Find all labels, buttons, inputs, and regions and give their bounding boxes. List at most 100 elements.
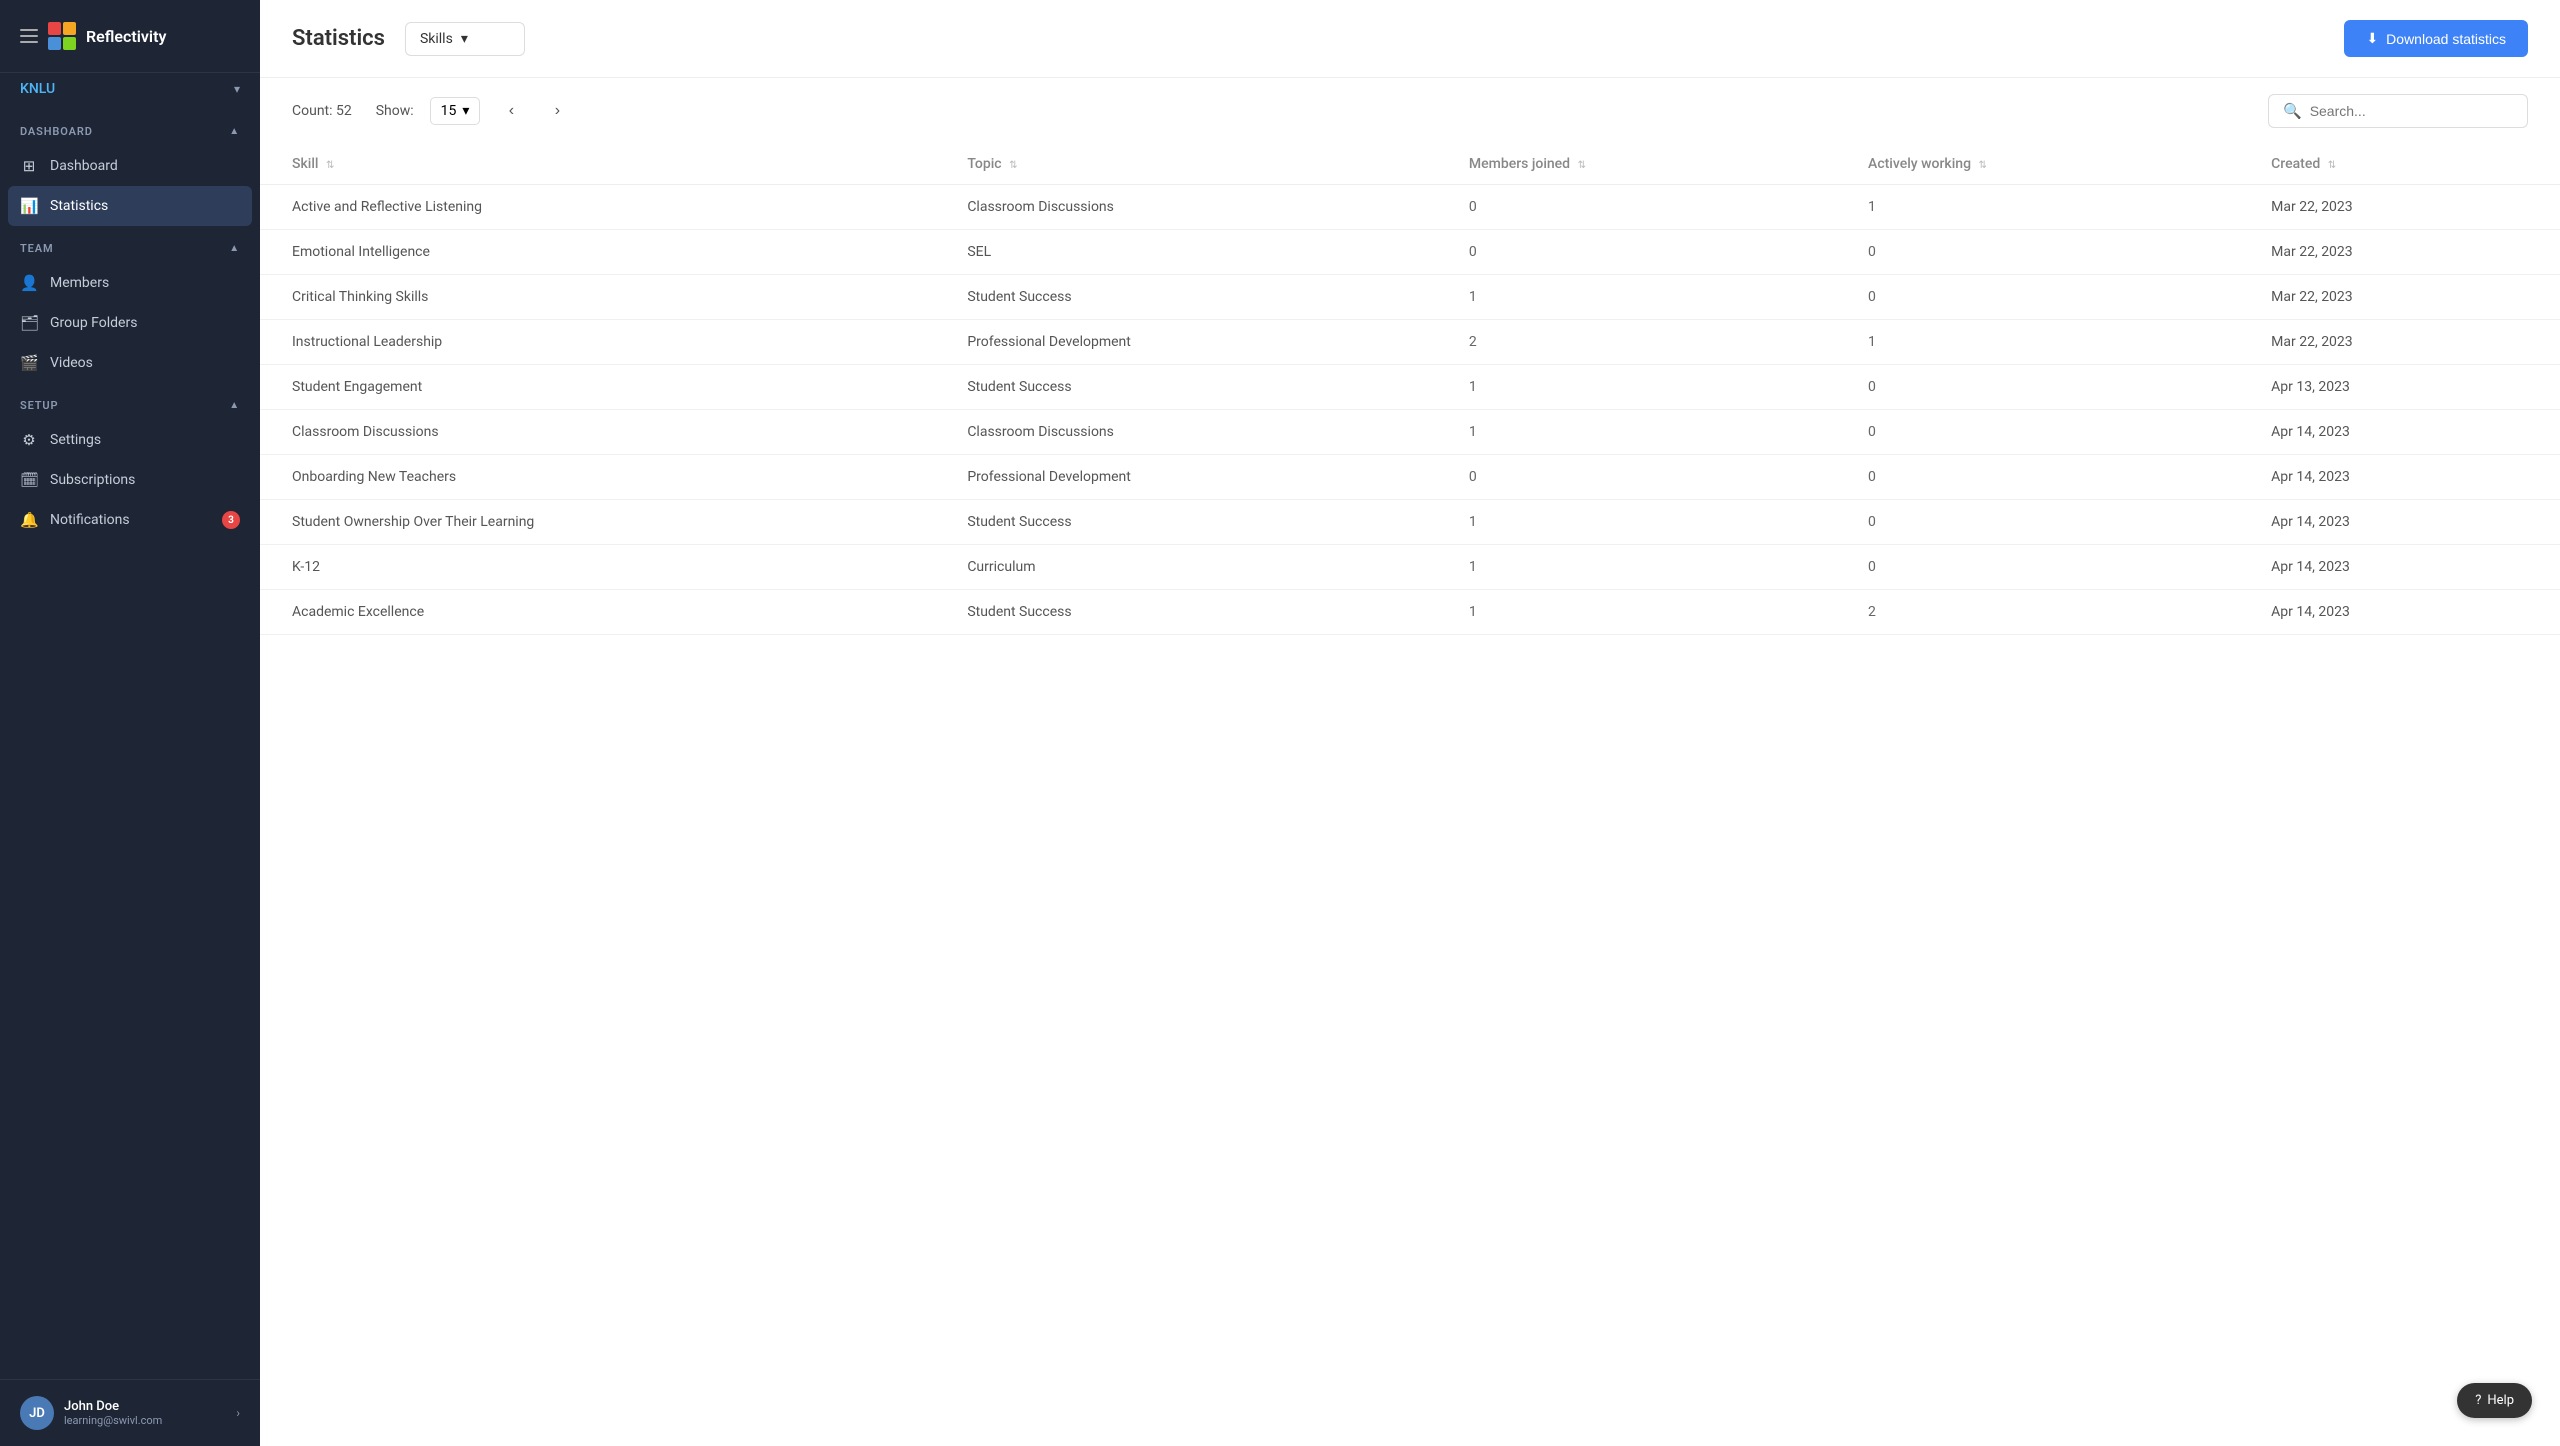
col-created[interactable]: Created ⇅ (2239, 144, 2560, 185)
org-selector[interactable]: KNLU ▾ (0, 73, 260, 109)
cell-actively-working: 0 (1836, 410, 2239, 455)
team-chevron-icon: ▲ (229, 243, 240, 254)
cell-created: Apr 14, 2023 (2239, 500, 2560, 545)
sidebar-item-subscriptions[interactable]: 🗓 Subscriptions (0, 460, 260, 500)
show-chevron-icon: ▾ (462, 103, 469, 119)
col-members-joined[interactable]: Members joined ⇅ (1437, 144, 1836, 185)
table-row[interactable]: Instructional Leadership Professional De… (260, 320, 2560, 365)
cell-actively-working: 0 (1836, 500, 2239, 545)
filter-dropdown[interactable]: Skills ▾ (405, 22, 525, 56)
sort-members-icon: ⇅ (1578, 160, 1586, 171)
table-row[interactable]: Active and Reflective Listening Classroo… (260, 185, 2560, 230)
cell-topic: Student Success (935, 275, 1437, 320)
sidebar-item-settings[interactable]: ⚙ Settings (0, 420, 260, 460)
cell-actively-working: 1 (1836, 320, 2239, 365)
cell-actively-working: 0 (1836, 545, 2239, 590)
table-row[interactable]: Onboarding New Teachers Professional Dev… (260, 455, 2560, 500)
cell-skill: Student Engagement (260, 365, 935, 410)
show-select[interactable]: 15 ▾ (430, 97, 481, 125)
cell-topic: Student Success (935, 365, 1437, 410)
cell-skill: Onboarding New Teachers (260, 455, 935, 500)
table-row[interactable]: Emotional Intelligence SEL 0 0 Mar 22, 2… (260, 230, 2560, 275)
cell-members-joined: 1 (1437, 545, 1836, 590)
help-button[interactable]: ? Help (2457, 1383, 2532, 1418)
sidebar-item-videos[interactable]: 🎬 Videos (0, 343, 260, 383)
org-chevron-icon: ▾ (234, 82, 240, 96)
settings-icon: ⚙ (20, 431, 38, 449)
chevron-up-icon: ▲ (229, 126, 240, 137)
cell-created: Mar 22, 2023 (2239, 185, 2560, 230)
cell-skill: Academic Excellence (260, 590, 935, 635)
cell-members-joined: 1 (1437, 410, 1836, 455)
cell-actively-working: 0 (1836, 230, 2239, 275)
cell-topic: Student Success (935, 590, 1437, 635)
col-topic[interactable]: Topic ⇅ (935, 144, 1437, 185)
cell-created: Mar 22, 2023 (2239, 275, 2560, 320)
sidebar-header: Reflectivity (0, 0, 260, 73)
cell-topic: Professional Development (935, 320, 1437, 365)
cell-created: Mar 22, 2023 (2239, 230, 2560, 275)
table-row[interactable]: Critical Thinking Skills Student Success… (260, 275, 2560, 320)
cell-actively-working: 2 (1836, 590, 2239, 635)
hamburger-icon[interactable] (20, 29, 38, 43)
sidebar-item-notifications[interactable]: 🔔 Notifications 3 (0, 500, 260, 540)
user-name: John Doe (64, 1399, 226, 1414)
table-row[interactable]: Academic Excellence Student Success 1 2 … (260, 590, 2560, 635)
setup-section-header[interactable]: SETUP ▲ (0, 383, 260, 420)
cell-members-joined: 0 (1437, 455, 1836, 500)
team-section-header[interactable]: TEAM ▲ (0, 226, 260, 263)
filter-value: Skills (420, 31, 453, 47)
user-profile[interactable]: JD John Doe learning@swivl.com › (0, 1379, 260, 1446)
table-row[interactable]: Classroom Discussions Classroom Discussi… (260, 410, 2560, 455)
statistics-icon: 📊 (20, 197, 38, 215)
cell-members-joined: 1 (1437, 590, 1836, 635)
dashboard-section: DASHBOARD ▲ ⊞ Dashboard 📊 Statistics (0, 109, 260, 226)
table-controls: Count: 52 Show: 15 ▾ ‹ › 🔍 (260, 78, 2560, 144)
notification-badge: 3 (222, 511, 240, 529)
search-box[interactable]: 🔍 (2268, 94, 2528, 128)
setup-section: SETUP ▲ ⚙ Settings 🗓 Subscriptions 🔔 Not… (0, 383, 260, 540)
count-label: Count: 52 (292, 103, 352, 119)
statistics-table: Skill ⇅ Topic ⇅ Members joined ⇅ Activel… (260, 144, 2560, 635)
table-row[interactable]: Student Ownership Over Their Learning St… (260, 500, 2560, 545)
dashboard-section-header[interactable]: DASHBOARD ▲ (0, 109, 260, 146)
col-skill[interactable]: Skill ⇅ (260, 144, 935, 185)
show-label: Show: (376, 103, 414, 119)
sidebar-item-members[interactable]: 👤 Members (0, 263, 260, 303)
user-email: learning@swivl.com (64, 1414, 226, 1427)
cell-members-joined: 0 (1437, 230, 1836, 275)
download-statistics-button[interactable]: ⬇ Download statistics (2344, 20, 2528, 57)
table-header: Skill ⇅ Topic ⇅ Members joined ⇅ Activel… (260, 144, 2560, 185)
user-info: John Doe learning@swivl.com (64, 1399, 226, 1427)
table-row[interactable]: K-12 Curriculum 1 0 Apr 14, 2023 (260, 545, 2560, 590)
notifications-icon: 🔔 (20, 511, 38, 529)
setup-chevron-icon: ▲ (229, 400, 240, 411)
cell-skill: Active and Reflective Listening (260, 185, 935, 230)
cell-created: Mar 22, 2023 (2239, 320, 2560, 365)
cell-topic: Classroom Discussions (935, 185, 1437, 230)
cell-created: Apr 14, 2023 (2239, 455, 2560, 500)
prev-page-button[interactable]: ‹ (496, 96, 526, 126)
cell-skill: Classroom Discussions (260, 410, 935, 455)
cell-actively-working: 0 (1836, 275, 2239, 320)
profile-arrow-icon: › (236, 1406, 240, 1420)
org-name: KNLU (20, 81, 55, 97)
cell-topic: Student Success (935, 500, 1437, 545)
cell-members-joined: 0 (1437, 185, 1836, 230)
videos-icon: 🎬 (20, 354, 38, 372)
next-page-button[interactable]: › (542, 96, 572, 126)
search-input[interactable] (2310, 103, 2513, 119)
cell-members-joined: 2 (1437, 320, 1836, 365)
sort-created-icon: ⇅ (2328, 160, 2336, 171)
sidebar-item-statistics[interactable]: 📊 Statistics (8, 186, 252, 226)
cell-created: Apr 14, 2023 (2239, 590, 2560, 635)
sidebar-item-dashboard[interactable]: ⊞ Dashboard (0, 146, 260, 186)
page-title: Statistics (292, 26, 385, 51)
sidebar: Reflectivity KNLU ▾ DASHBOARD ▲ ⊞ Dashbo… (0, 0, 260, 1446)
cell-topic: Professional Development (935, 455, 1437, 500)
cell-members-joined: 1 (1437, 500, 1836, 545)
subscriptions-icon: 🗓 (20, 471, 38, 489)
table-row[interactable]: Student Engagement Student Success 1 0 A… (260, 365, 2560, 410)
col-actively-working[interactable]: Actively working ⇅ (1836, 144, 2239, 185)
sidebar-item-group-folders[interactable]: 🗂 Group Folders (0, 303, 260, 343)
